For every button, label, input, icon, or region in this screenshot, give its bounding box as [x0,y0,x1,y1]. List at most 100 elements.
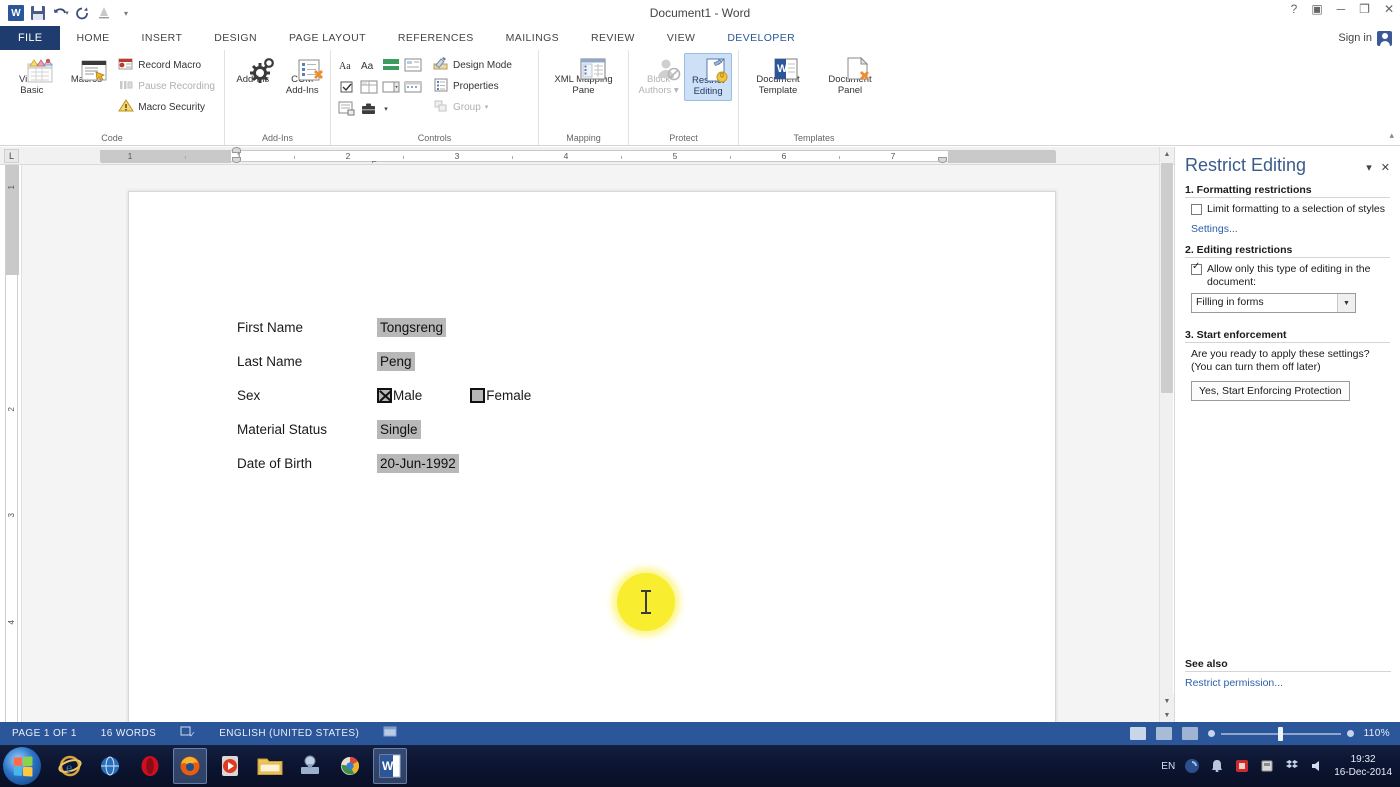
design-mode-button[interactable]: Design Mode [430,55,515,75]
picture-content-control-icon[interactable] [381,55,401,75]
read-mode-icon[interactable] [1129,727,1146,740]
scroll-up-icon[interactable]: ▲ [1160,147,1174,161]
tab-page-layout[interactable]: PAGE LAYOUT [273,26,382,50]
document-page[interactable]: First Name Tongsreng Last Name Peng Sex … [128,191,1056,722]
customize-qat-icon[interactable]: ▾ [116,3,136,23]
chevron-down-icon[interactable]: ▼ [1337,294,1355,312]
opera-icon[interactable] [133,748,167,784]
zoom-level-label[interactable]: 110% [1364,728,1390,739]
material-status-field[interactable]: Single [377,419,421,439]
word-taskbar-icon[interactable]: W [373,748,407,784]
media-player-icon[interactable] [213,748,247,784]
restrict-editing-button[interactable]: Restrict Editing [684,53,732,101]
tab-file[interactable]: FILE [0,26,61,50]
add-ins-button[interactable]: Add-Ins [231,53,275,85]
first-line-indent-marker[interactable] [232,147,241,153]
building-block-gallery-icon[interactable] [403,55,423,75]
limit-formatting-row[interactable]: Limit formatting to a selection of style… [1185,203,1390,216]
dropbox-icon[interactable] [1284,758,1300,774]
document-template-button[interactable]: W Document Template [745,53,811,96]
tab-mailings[interactable]: MAILINGS [490,26,575,50]
redo-icon[interactable] [72,3,92,23]
proofing-status[interactable]: ✓ [168,726,207,741]
zoom-in-icon[interactable] [1346,730,1354,737]
last-name-field[interactable]: Peng [377,351,415,371]
file-explorer-icon[interactable] [253,748,287,784]
tab-review[interactable]: REVIEW [575,26,651,50]
document-canvas[interactable]: First Name Tongsreng Last Name Peng Sex … [22,165,1172,722]
tab-home[interactable]: HOME [60,26,125,50]
network-icon[interactable] [1184,758,1200,774]
tab-stop-selector[interactable]: L [4,149,19,163]
legacy-tools-dropdown-icon[interactable]: ▾ [381,99,391,119]
date-picker-content-control-icon[interactable] [403,77,423,97]
zoom-slider[interactable] [1207,726,1354,741]
word-logo-icon[interactable]: W [6,3,26,23]
word-count-status[interactable]: 16 WORDS [89,728,168,739]
legacy-tools-icon[interactable] [359,99,379,119]
language-indicator[interactable]: EN [1161,761,1175,772]
macro-security-button[interactable]: Macro Security [115,97,218,117]
drop-down-list-content-control-icon[interactable] [381,77,401,97]
tab-developer[interactable]: DEVELOPER [711,26,812,50]
restore-icon[interactable]: ❐ [1359,2,1370,16]
first-name-field[interactable]: Tongsreng [377,317,447,337]
ribbon-display-options-icon[interactable]: ▣ [1311,2,1322,16]
zoom-out-icon[interactable] [1207,730,1215,737]
action-center-icon[interactable] [1209,758,1225,774]
scroll-down-icon[interactable]: ▼ [1160,694,1174,708]
next-page-icon[interactable]: ▼ [1160,708,1174,722]
close-icon[interactable]: ✕ [1384,2,1394,16]
settings-link[interactable]: Settings... [1185,223,1390,235]
date-of-birth-field[interactable]: 20-Jun-1992 [377,453,459,473]
record-macro-button[interactable]: Record Macro [115,55,218,75]
internet-explorer-icon[interactable]: e [53,748,87,784]
document-panel-button[interactable]: Document Panel [817,53,883,96]
female-checkbox[interactable] [470,387,486,403]
plain-text-content-control-icon[interactable]: Aa [359,55,379,75]
start-orb-icon[interactable] [3,747,41,785]
firefox-icon[interactable] [173,748,207,784]
pane-close-icon[interactable]: ✕ [1381,161,1390,174]
male-checkbox[interactable] [377,387,392,403]
globe-browser-icon[interactable] [93,748,127,784]
scrollbar-thumb[interactable] [1161,163,1173,393]
chrome-like-icon[interactable] [333,748,367,784]
right-indent-marker[interactable] [938,157,947,163]
sex-female-option[interactable]: Female [470,387,531,403]
language-status[interactable]: ENGLISH (UNITED STATES) [207,728,371,739]
usb-icon[interactable] [1259,758,1275,774]
undo-icon[interactable]: ▾ [50,3,70,23]
allow-only-editing-checkbox[interactable] [1191,261,1202,275]
pane-options-chevron-down-icon[interactable]: ▾ [1366,161,1372,174]
sign-in-area[interactable]: Sign in [1338,26,1400,50]
tab-insert[interactable]: INSERT [126,26,199,50]
start-enforcing-protection-button[interactable]: Yes, Start Enforcing Protection [1191,381,1350,401]
antivirus-icon[interactable] [1234,758,1250,774]
macro-recording-status[interactable] [371,726,409,741]
tab-references[interactable]: REFERENCES [382,26,490,50]
sex-male-option[interactable]: Male [377,387,422,403]
hanging-indent-marker[interactable] [232,157,241,163]
limit-formatting-checkbox[interactable] [1191,204,1202,215]
volume-icon[interactable] [1309,758,1325,774]
collapse-ribbon-icon[interactable]: ▴ [1389,130,1394,141]
minimize-icon[interactable]: ─ [1337,2,1346,16]
web-layout-icon[interactable] [1181,727,1198,740]
print-layout-icon[interactable] [1155,727,1172,740]
taskbar-clock[interactable]: 19:32 16-Dec-2014 [1334,753,1392,779]
properties-button[interactable]: Properties [430,76,515,96]
zoom-slider-thumb[interactable] [1277,726,1283,741]
tab-design[interactable]: DESIGN [198,26,273,50]
tab-view[interactable]: VIEW [651,26,711,50]
save-icon[interactable] [28,3,48,23]
repeating-section-content-control-icon[interactable] [337,99,357,119]
help-icon[interactable]: ? [1291,2,1298,16]
macros-button[interactable]: Macros [61,53,113,85]
combo-box-content-control-icon[interactable] [359,77,379,97]
com-add-ins-button[interactable]: COM Add-Ins [281,53,325,96]
document-scrollbar[interactable]: ▲ ▼ ▼ [1159,147,1174,722]
restrict-permission-link[interactable]: Restrict permission... [1185,677,1391,689]
checkbox-content-control-icon[interactable] [337,77,357,97]
visual-basic-button[interactable]: Visual Basic [6,53,58,96]
